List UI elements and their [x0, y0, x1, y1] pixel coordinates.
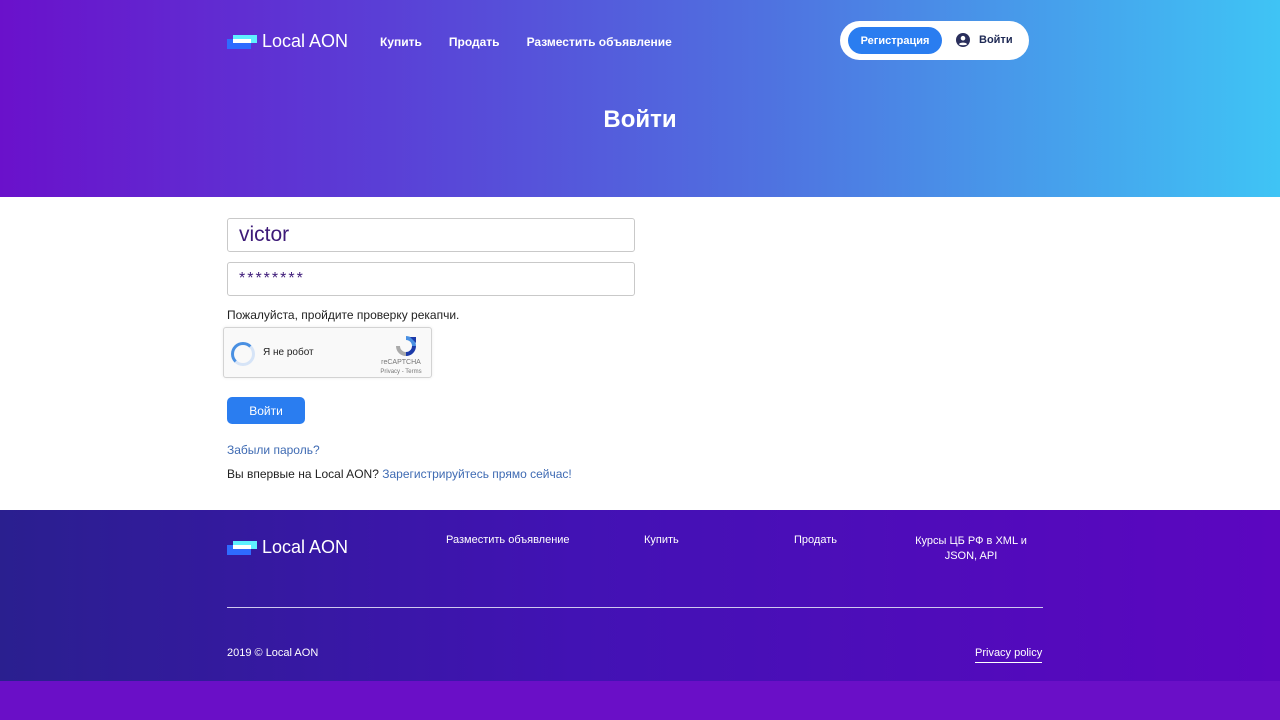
bottom-strip: [0, 681, 1280, 720]
register-button[interactable]: Регистрация: [848, 27, 942, 54]
login-section: Пожалуйста, пройдите проверку рекапчи. Я…: [0, 197, 1280, 510]
username-input[interactable]: [227, 218, 635, 252]
header-login-label: Войти: [979, 34, 1013, 46]
copyright: 2019 © Local AON: [227, 647, 319, 659]
nav-link-post-ad[interactable]: Разместить объявление: [527, 35, 672, 49]
auth-pill: Регистрация Войти: [840, 21, 1029, 60]
user-circle-icon: [956, 33, 970, 47]
recaptcha-brand: reCAPTCHA: [381, 359, 421, 366]
forgot-password-link[interactable]: Забыли пароль?: [227, 443, 320, 457]
new-user-prompt: Вы впервые на Local AON? Зарегистрируйте…: [227, 467, 572, 481]
logo-text: Local AON: [262, 31, 349, 51]
footer-logo[interactable]: Local AON: [227, 537, 348, 558]
footer-logo-mark-icon: [227, 540, 257, 555]
page-title: Войти: [603, 106, 677, 133]
header-login-link[interactable]: Войти: [956, 33, 1013, 47]
main-nav: Купить Продать Разместить объявление: [380, 35, 699, 49]
privacy-policy-link[interactable]: Privacy policy: [975, 647, 1043, 663]
site-footer: Local AON Разместить объявление Купить П…: [0, 510, 1280, 681]
footer-logo-text: Local AON: [262, 537, 349, 557]
footer-link-sell[interactable]: Продать: [794, 534, 837, 546]
captcha-note: Пожалуйста, пройдите проверку рекапчи.: [227, 308, 460, 322]
recaptcha-logo-icon: [396, 336, 416, 356]
hero-header: Local AON Купить Продать Разместить объя…: [0, 0, 1280, 197]
logo-mark-icon: [227, 34, 257, 49]
header-logo[interactable]: Local AON: [227, 31, 348, 52]
footer-link-rates-api[interactable]: Курсы ЦБ РФ в XML и JSON, API: [898, 534, 1044, 564]
new-user-text: Вы впервые на Local AON?: [227, 467, 379, 481]
recaptcha-checkbox[interactable]: [231, 342, 255, 366]
footer-link-buy[interactable]: Купить: [644, 534, 679, 546]
nav-link-sell[interactable]: Продать: [449, 35, 500, 49]
recaptcha-label: Я не робот: [263, 347, 314, 358]
login-submit-button[interactable]: Войти: [227, 397, 305, 424]
recaptcha-terms-link[interactable]: Privacy - Terms: [376, 369, 426, 375]
footer-link-post-ad[interactable]: Разместить объявление: [446, 534, 570, 546]
footer-divider: [227, 607, 1043, 608]
register-now-link[interactable]: Зарегистрируйтесь прямо сейчас!: [382, 467, 572, 481]
recaptcha-widget: Я не робот reCAPTCHA Privacy - Terms: [223, 327, 432, 378]
nav-link-buy[interactable]: Купить: [380, 35, 422, 49]
password-input[interactable]: [227, 262, 635, 296]
